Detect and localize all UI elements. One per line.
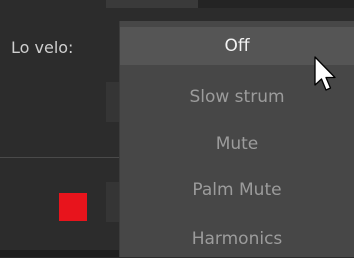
menu-item-slow-strum[interactable]: Slow strum: [120, 78, 354, 116]
top-control-segment[interactable]: [106, 0, 198, 8]
red-indicator-button[interactable]: [59, 193, 87, 221]
menu-item-palm-mute[interactable]: Palm Mute: [120, 171, 354, 209]
panel-divider: [0, 157, 120, 158]
control-edge: [106, 82, 120, 122]
control-edge: [106, 182, 120, 222]
top-control-strip: [106, 0, 354, 8]
lo-velo-label: Lo velo:: [11, 38, 74, 57]
menu-item-off[interactable]: Off: [120, 27, 354, 65]
lo-velo-dropdown-menu[interactable]: Off Slow strum Mute Palm Mute Harmonics: [120, 21, 354, 257]
menu-item-mute[interactable]: Mute: [120, 125, 354, 163]
menu-item-harmonics[interactable]: Harmonics: [120, 220, 354, 258]
